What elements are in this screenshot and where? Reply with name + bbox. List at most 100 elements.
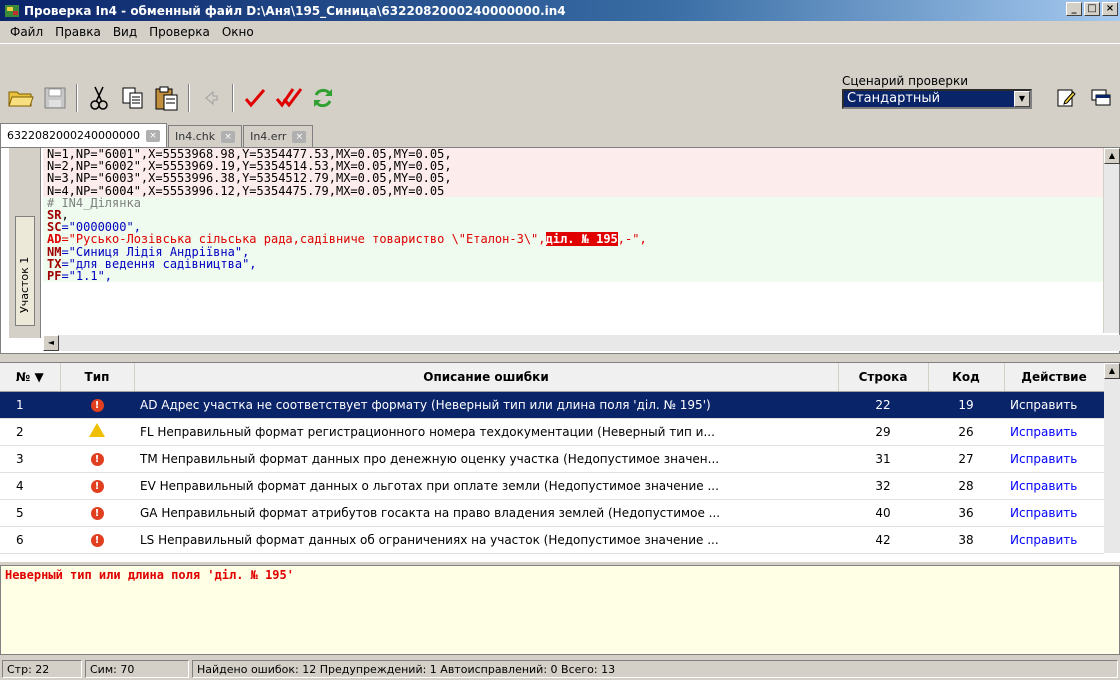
scenario-select[interactable]: Стандартный ▼ xyxy=(842,89,1032,109)
row-line: 29 xyxy=(838,418,928,446)
menu-file[interactable]: Файл xyxy=(4,25,49,39)
row-line: 32 xyxy=(838,472,928,500)
check-all-button[interactable] xyxy=(274,83,304,113)
fix-link[interactable]: Исправить xyxy=(1004,418,1104,446)
scroll-left-icon[interactable]: ◄ xyxy=(43,335,59,351)
row-number: 2 xyxy=(0,418,60,446)
status-column: Сим: 70 xyxy=(85,660,189,678)
fix-link[interactable]: Исправить xyxy=(1004,391,1104,419)
error-icon: ! xyxy=(90,399,104,412)
cut-button[interactable] xyxy=(84,83,114,113)
fix-link[interactable]: Исправить xyxy=(1004,526,1104,554)
menu-window[interactable]: Окно xyxy=(216,25,260,39)
error-icon: ! xyxy=(90,534,104,547)
code-line: TX="для ведення садівництва", xyxy=(43,258,1111,270)
app-icon xyxy=(5,4,19,17)
close-tab-icon[interactable]: × xyxy=(292,130,307,143)
code-comment: # IN4_Ділянка xyxy=(43,197,1111,209)
col-type-header[interactable]: Тип xyxy=(60,363,135,392)
error-highlight: діл. № 195 xyxy=(545,232,618,247)
close-button[interactable]: × xyxy=(1102,2,1118,16)
editor-horizontal-scrollbar[interactable]: ◄ xyxy=(43,335,1120,351)
row-number: 6 xyxy=(0,526,60,554)
tab-label: In4.chk xyxy=(174,130,216,143)
col-number-header[interactable]: № ▼ xyxy=(0,363,61,392)
col-code-header[interactable]: Код xyxy=(928,363,1005,392)
scroll-up-icon[interactable]: ▲ xyxy=(1104,363,1120,379)
toolbar-separator xyxy=(188,84,190,112)
error-grid: № ▼ Тип Описание ошибки Строка Код Дейст… xyxy=(0,362,1120,562)
row-description: AD Адрес участка не соответствует формат… xyxy=(134,391,838,419)
copy-button[interactable] xyxy=(118,83,148,113)
tab-err[interactable]: In4.err × xyxy=(243,125,314,147)
row-type: ! xyxy=(60,526,134,554)
code-key: PF xyxy=(47,268,62,283)
scroll-up-icon[interactable]: ▲ xyxy=(1104,148,1120,164)
toolbar: Сценарий проверки Стандартный ▼ xyxy=(0,43,1120,123)
windows-button[interactable] xyxy=(1090,87,1112,109)
open-button[interactable] xyxy=(6,83,36,113)
code-value: ,-", xyxy=(617,232,647,247)
row-type: ! xyxy=(60,391,134,419)
table-row[interactable]: 5 ! GA Неправильный формат атрибутов гос… xyxy=(0,499,1104,527)
floppy-icon xyxy=(44,87,66,109)
table-row[interactable]: 6 ! LS Неправильный формат данных об огр… xyxy=(0,526,1104,554)
row-type: ! xyxy=(60,445,134,473)
table-row[interactable]: 1 ! AD Адрес участка не соответствует фо… xyxy=(0,391,1104,419)
col-description-header[interactable]: Описание ошибки xyxy=(134,363,839,392)
row-number: 5 xyxy=(0,499,60,527)
edit-document-icon xyxy=(1057,89,1076,107)
undo-button[interactable] xyxy=(196,83,226,113)
code-lines[interactable]: N=1,NP="6001",X=5553968.98,Y=5354477.53,… xyxy=(43,148,1111,333)
fix-link[interactable]: Исправить xyxy=(1004,445,1104,473)
close-tab-icon[interactable]: × xyxy=(221,130,236,143)
code-editor[interactable]: Участок 1 N=1,NP="6001",X=5553968.98,Y=5… xyxy=(0,147,1120,354)
minimize-button[interactable]: _ xyxy=(1066,2,1082,16)
menu-check[interactable]: Проверка xyxy=(143,25,216,39)
menu-view[interactable]: Вид xyxy=(107,25,143,39)
table-row[interactable]: 4 ! EV Неправильный формат данных о льго… xyxy=(0,472,1104,500)
save-button[interactable] xyxy=(40,83,70,113)
row-number: 1 xyxy=(0,391,60,419)
error-icon: ! xyxy=(90,480,104,493)
checkmark-icon xyxy=(244,89,266,108)
row-number: 3 xyxy=(0,445,60,473)
row-line: 40 xyxy=(838,499,928,527)
table-row[interactable]: 2 FL Неправильный формат регистрационног… xyxy=(0,418,1104,446)
tab-chk[interactable]: In4.chk × xyxy=(167,125,243,147)
row-code: 36 xyxy=(928,499,1004,527)
maximize-button[interactable]: □ xyxy=(1084,2,1100,16)
paste-button[interactable] xyxy=(152,83,182,113)
status-line: Стр: 22 xyxy=(2,660,82,678)
fix-link[interactable]: Исправить xyxy=(1004,472,1104,500)
row-type: ! xyxy=(60,472,134,500)
row-code: 38 xyxy=(928,526,1004,554)
edit-script-button[interactable] xyxy=(1055,87,1077,109)
scenario-label: Сценарий проверки xyxy=(842,74,969,88)
row-description: GA Неправильный формат атрибутов госакта… xyxy=(134,499,838,527)
col-row-header[interactable]: Строка xyxy=(838,363,929,392)
scissors-icon xyxy=(90,86,108,110)
status-summary: Найдено ошибок: 12 Предупреждений: 1 Авт… xyxy=(192,660,1118,678)
section-label-box[interactable]: Участок 1 xyxy=(15,216,35,326)
scenario-value: Стандартный xyxy=(847,91,941,106)
col-action-header[interactable]: Действие xyxy=(1004,363,1105,392)
row-type: ! xyxy=(60,499,134,527)
close-tab-icon[interactable]: × xyxy=(145,129,160,142)
tab-in4[interactable]: 6322082000240000000 × xyxy=(0,123,167,147)
double-checkmark-icon xyxy=(275,88,303,108)
window-title: Проверка In4 - обменный файл D:\Аня\195_… xyxy=(24,3,566,18)
fix-link[interactable]: Исправить xyxy=(1004,499,1104,527)
code-line: SR, xyxy=(43,209,1111,222)
error-message-panel: Неверный тип или длина поля 'діл. № 195' xyxy=(0,565,1120,655)
row-description: EV Неправильный формат данных о льготах … xyxy=(134,472,838,500)
code-value: ="1.1", xyxy=(61,268,113,283)
menu-edit[interactable]: Правка xyxy=(49,25,107,39)
table-row[interactable]: 3 ! TM Неправильный формат данных про де… xyxy=(0,445,1104,473)
check-button[interactable] xyxy=(240,83,270,113)
grid-vertical-scrollbar[interactable]: ▲ xyxy=(1104,363,1120,553)
chevron-down-icon[interactable]: ▼ xyxy=(1014,91,1030,107)
refresh-button[interactable] xyxy=(308,83,338,113)
editor-vertical-scrollbar[interactable]: ▲ xyxy=(1103,148,1120,333)
row-line: 22 xyxy=(838,391,928,419)
